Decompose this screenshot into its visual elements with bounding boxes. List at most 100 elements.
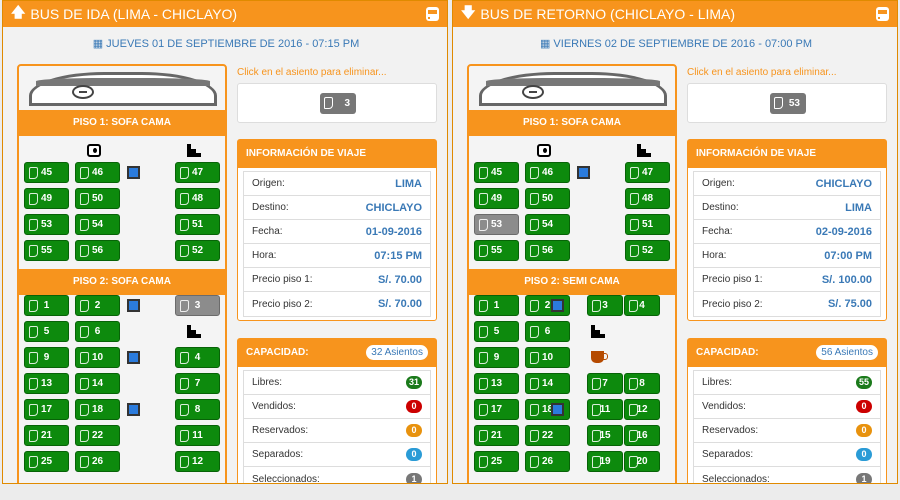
selected-seat-chip[interactable]: 3: [320, 93, 356, 114]
seat-51[interactable]: 51: [175, 214, 220, 235]
seat-3[interactable]: 3: [587, 295, 623, 316]
trip-date-text: JUEVES 01 DE SEPTIEMBRE DE 2016 - 07:15 …: [106, 38, 360, 50]
seat-53[interactable]: 53: [24, 214, 69, 235]
seat-1[interactable]: 1: [474, 295, 519, 316]
info-label: Origen:: [252, 178, 285, 189]
seat-13[interactable]: 13: [474, 373, 519, 394]
seat-16[interactable]: 16: [624, 425, 660, 446]
seat-7[interactable]: 7: [587, 373, 623, 394]
seat-10[interactable]: 10: [75, 347, 120, 368]
seat-6[interactable]: 6: [525, 321, 570, 342]
seat-9[interactable]: 9: [24, 347, 69, 368]
capacity-badge-separados: 0: [406, 448, 422, 461]
seat-5[interactable]: 5: [24, 321, 69, 342]
seat-50[interactable]: 50: [525, 188, 570, 209]
seat-icon: [29, 167, 38, 179]
seat-21[interactable]: 21: [24, 425, 69, 446]
seat-48[interactable]: 48: [625, 188, 670, 209]
info-row-hora: Hora: 07:15 PM: [244, 244, 430, 268]
calendar-icon: ▦: [539, 38, 554, 50]
capacity-badge-vendidos: 0: [856, 400, 872, 413]
capacity-badge-vendidos: 0: [406, 400, 422, 413]
seat-26[interactable]: 26: [525, 451, 570, 472]
seat-number: 1: [493, 300, 500, 311]
seat-45[interactable]: 45: [24, 162, 69, 183]
seat-25[interactable]: 25: [24, 451, 69, 472]
seat-56[interactable]: 56: [75, 240, 120, 261]
seat-2[interactable]: 2: [75, 295, 120, 316]
seat-17[interactable]: 17: [474, 399, 519, 420]
seat-49[interactable]: 49: [474, 188, 519, 209]
seat-19[interactable]: 19: [587, 451, 623, 472]
seat-8[interactable]: 8: [175, 399, 220, 420]
seat-50[interactable]: 50: [75, 188, 120, 209]
seat-number: 19: [599, 456, 611, 467]
seat-10[interactable]: 10: [525, 347, 570, 368]
seat-3[interactable]: 3: [175, 295, 220, 316]
seat-7[interactable]: 7: [175, 373, 220, 394]
info-value-p2: S/. 70.00: [377, 298, 422, 310]
seat-8[interactable]: 8: [624, 373, 660, 394]
steering-wheel-icon: [72, 85, 94, 99]
seat-number: 8: [194, 404, 201, 415]
seat-6[interactable]: 6: [75, 321, 120, 342]
seat-52[interactable]: 52: [625, 240, 670, 261]
seat-14[interactable]: 14: [525, 373, 570, 394]
seat-number: 11: [599, 404, 611, 415]
seat-47[interactable]: 47: [625, 162, 670, 183]
seat-56[interactable]: 56: [525, 240, 570, 261]
seat-icon: [530, 326, 539, 338]
seat-54[interactable]: 54: [525, 214, 570, 235]
seat-22[interactable]: 22: [75, 425, 120, 446]
seat-icon: [180, 352, 189, 364]
seat-5[interactable]: 5: [474, 321, 519, 342]
selected-seat-chip[interactable]: 53: [770, 93, 806, 114]
info-row-p2: Precio piso 2: S/. 70.00: [244, 292, 430, 316]
seat-49[interactable]: 49: [24, 188, 69, 209]
seat-20[interactable]: 20: [624, 451, 660, 472]
seat-17[interactable]: 17: [24, 399, 69, 420]
seat-47[interactable]: 47: [175, 162, 220, 183]
seat-52[interactable]: 52: [175, 240, 220, 261]
seat-11[interactable]: 11: [587, 399, 623, 420]
seat-18[interactable]: 18: [75, 399, 120, 420]
seat-21[interactable]: 21: [474, 425, 519, 446]
seat-25[interactable]: 25: [474, 451, 519, 472]
seat-53[interactable]: 53: [474, 214, 519, 235]
seat-number: 15: [599, 430, 611, 441]
seat-26[interactable]: 26: [75, 451, 120, 472]
seat-icon: [29, 326, 38, 338]
seat-number: 11: [192, 430, 203, 441]
seat-15[interactable]: 15: [587, 425, 623, 446]
seat-icon: [479, 430, 488, 442]
seat-11[interactable]: 11: [175, 425, 220, 446]
capacity-row-libres: Libres: 31: [244, 371, 430, 395]
seat-54[interactable]: 54: [75, 214, 120, 235]
seat-22[interactable]: 22: [525, 425, 570, 446]
seat-9[interactable]: 9: [474, 347, 519, 368]
seat-12[interactable]: 12: [624, 399, 660, 420]
bus-seat-map: PISO 1: SOFA CAMA PISO 2: SEMI CAMA 45 46 47…: [467, 64, 677, 483]
seat-4[interactable]: 4: [175, 347, 220, 368]
seat-45[interactable]: 45: [474, 162, 519, 183]
seat-46[interactable]: 46: [75, 162, 120, 183]
seat-48[interactable]: 48: [175, 188, 220, 209]
trip-date: ▦ JUEVES 01 DE SEPTIEMBRE DE 2016 - 07:1…: [3, 37, 447, 50]
seat-icon: [530, 245, 539, 257]
seat-51[interactable]: 51: [625, 214, 670, 235]
trip-info-card: INFORMACIÓN DE VIAJE Origen: LIMA Destino: C…: [237, 139, 437, 321]
seat-46[interactable]: 46: [525, 162, 570, 183]
seat-number: 22: [91, 430, 104, 441]
seat-1[interactable]: 1: [24, 295, 69, 316]
seat-12[interactable]: 12: [175, 451, 220, 472]
seat-13[interactable]: 13: [24, 373, 69, 394]
seat-number: 18: [91, 404, 104, 415]
calendar-icon: ▦: [92, 38, 107, 50]
capacity-card: CAPACIDAD: 32 Asientos Libres: 31 Vendidos: 0…: [237, 338, 437, 483]
panel-header: 🡅 BUS DE IDA (LIMA - CHICLAYO): [3, 1, 447, 27]
seat-14[interactable]: 14: [75, 373, 120, 394]
seat-4[interactable]: 4: [624, 295, 660, 316]
seat-55[interactable]: 55: [24, 240, 69, 261]
seat-55[interactable]: 55: [474, 240, 519, 261]
seat-number: 8: [639, 378, 645, 389]
